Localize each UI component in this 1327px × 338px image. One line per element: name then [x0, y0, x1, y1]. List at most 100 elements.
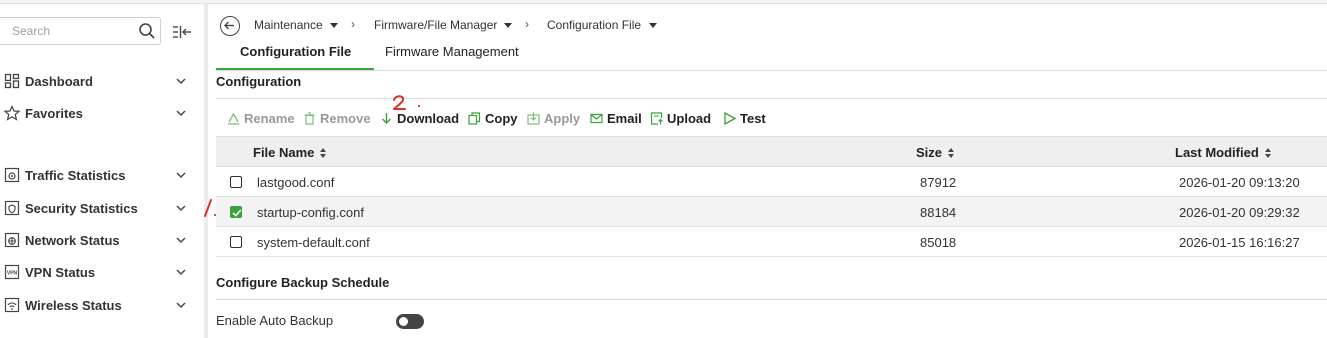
tab-configuration-file[interactable]: Configuration File: [240, 44, 351, 59]
sidebar-item-label: Favorites: [25, 105, 83, 121]
sidebar-item-wireless-status[interactable]: Wireless Status: [0, 292, 200, 318]
upload-label: Upload: [667, 110, 712, 126]
sidebar-item-security-statistics[interactable]: Security Statistics: [0, 195, 200, 221]
caret-down-icon[interactable]: [504, 23, 512, 28]
annotation-1: [202, 198, 220, 225]
last-modified-cell: 2026-01-15 16:16:27: [1179, 235, 1300, 250]
section-divider: [216, 98, 1327, 99]
sidebar-item-label: Wireless Status: [25, 297, 122, 313]
email-icon: [590, 113, 603, 123]
back-button[interactable]: [220, 16, 240, 36]
tabs-divider: [216, 70, 1327, 71]
chevron-down-icon: [176, 269, 186, 275]
page: Dashboard Favorites Traffic Statistics: [0, 0, 1327, 338]
apply-label: Apply: [544, 110, 581, 126]
vpn-icon: VPN: [4, 264, 20, 280]
search-input[interactable]: [0, 18, 132, 44]
sidebar-item-favorites[interactable]: Favorites: [0, 100, 200, 126]
caret-down-icon[interactable]: [330, 23, 338, 28]
play-icon: [724, 111, 736, 125]
table-row[interactable]: system-default.conf 85018 2026-01-15 16:…: [216, 227, 1327, 257]
sort-icon[interactable]: [948, 148, 955, 159]
rename-button[interactable]: Rename: [227, 103, 295, 133]
collapse-sidebar-icon[interactable]: [172, 24, 192, 40]
email-label: Email: [607, 110, 642, 126]
file-name-cell: startup-config.conf: [257, 205, 364, 220]
upload-button[interactable]: Upload: [650, 103, 711, 133]
caret-down-icon[interactable]: [649, 23, 657, 28]
apply-button[interactable]: Apply: [527, 103, 580, 133]
chevron-down-icon: [176, 172, 186, 178]
chevron-down-icon: [176, 110, 186, 116]
file-name-cell: system-default.conf: [257, 235, 370, 250]
annotation-2: [392, 94, 424, 117]
tab-firmware-management[interactable]: Firmware Management: [385, 44, 519, 59]
sidebar: Dashboard Favorites Traffic Statistics: [0, 4, 208, 338]
star-icon: [4, 105, 20, 121]
arrow-left-icon: [224, 21, 234, 30]
row-checkbox[interactable]: [230, 176, 242, 188]
column-header-file-name[interactable]: File Name: [253, 145, 327, 160]
sidebar-item-label: Security Statistics: [25, 200, 138, 216]
section-divider: [216, 299, 1327, 300]
network-status-icon: [4, 232, 20, 248]
sidebar-item-label: Dashboard: [25, 73, 93, 89]
wireless-icon: [4, 297, 20, 313]
file-name-cell: lastgood.conf: [257, 175, 335, 190]
last-modified-cell: 2026-01-20 09:13:20: [1179, 175, 1300, 190]
table-header: File Name Size Last Modified: [216, 136, 1327, 167]
remove-button[interactable]: Remove: [303, 103, 371, 133]
auto-backup-toggle[interactable]: [396, 314, 424, 329]
trash-icon: [304, 111, 315, 125]
remove-label: Remove: [320, 110, 371, 126]
row-checkbox[interactable]: [230, 236, 242, 248]
table-row[interactable]: startup-config.conf 88184 2026-01-20 09:…: [216, 197, 1327, 227]
file-toolbar: Rename Remove Download Copy Apply Email …: [216, 103, 1327, 136]
annotation-mark-2-icon: [393, 95, 421, 110]
sidebar-item-vpn-status[interactable]: VPN VPN Status: [0, 259, 200, 285]
upload-icon: [650, 111, 663, 125]
configuration-section-title: Configuration: [216, 74, 302, 89]
breadcrumb-firmware-file-manager[interactable]: Firmware/File Manager: [374, 18, 497, 32]
copy-icon: [468, 111, 481, 125]
sidebar-item-dashboard[interactable]: Dashboard: [0, 68, 200, 94]
table-row[interactable]: lastgood.conf 87912 2026-01-20 09:13:20: [216, 167, 1327, 197]
annotation-mark-1-icon: [204, 199, 217, 217]
rename-icon: [228, 112, 239, 125]
sidebar-item-label: Network Status: [25, 232, 120, 248]
sort-icon[interactable]: [320, 148, 327, 159]
breadcrumb-maintenance[interactable]: Maintenance: [254, 18, 323, 32]
sidebar-item-label: Traffic Statistics: [25, 167, 126, 183]
sidebar-item-label: VPN Status: [25, 264, 96, 280]
breadcrumb-separator-icon: ›: [525, 17, 529, 31]
test-button[interactable]: Test: [723, 103, 766, 133]
rename-label: Rename: [244, 110, 295, 126]
size-cell: 87912: [920, 175, 957, 190]
backup-schedule-section-title: Configure Backup Schedule: [216, 275, 390, 290]
test-label: Test: [740, 110, 766, 126]
checkmark-icon: [232, 209, 242, 217]
chevron-down-icon: [176, 237, 186, 243]
sidebar-item-traffic-statistics[interactable]: Traffic Statistics: [0, 162, 200, 188]
sort-icon[interactable]: [1264, 148, 1272, 159]
size-cell: 88184: [920, 205, 957, 220]
breadcrumb-separator-icon: ›: [351, 17, 355, 31]
sidebar-item-network-status[interactable]: Network Status: [0, 227, 200, 253]
row-checkbox[interactable]: [230, 206, 242, 218]
search-icon[interactable]: [138, 22, 156, 40]
size-cell: 85018: [920, 235, 957, 250]
copy-label: Copy: [485, 110, 518, 126]
email-button[interactable]: Email: [590, 103, 642, 133]
svg-text:VPN: VPN: [7, 271, 18, 277]
chevron-down-icon: [176, 302, 186, 308]
column-header-size[interactable]: Size: [916, 145, 955, 160]
column-header-last-modified[interactable]: Last Modified: [1175, 145, 1272, 160]
auto-backup-label: Enable Auto Backup: [216, 313, 334, 328]
last-modified-cell: 2026-01-20 09:29:32: [1179, 205, 1300, 220]
traffic-stats-icon: [4, 167, 20, 183]
search-box: [0, 17, 161, 45]
chevron-down-icon: [176, 205, 186, 211]
apply-icon: [527, 112, 540, 125]
breadcrumb-configuration-file[interactable]: Configuration File: [547, 18, 641, 32]
copy-button[interactable]: Copy: [468, 103, 518, 133]
